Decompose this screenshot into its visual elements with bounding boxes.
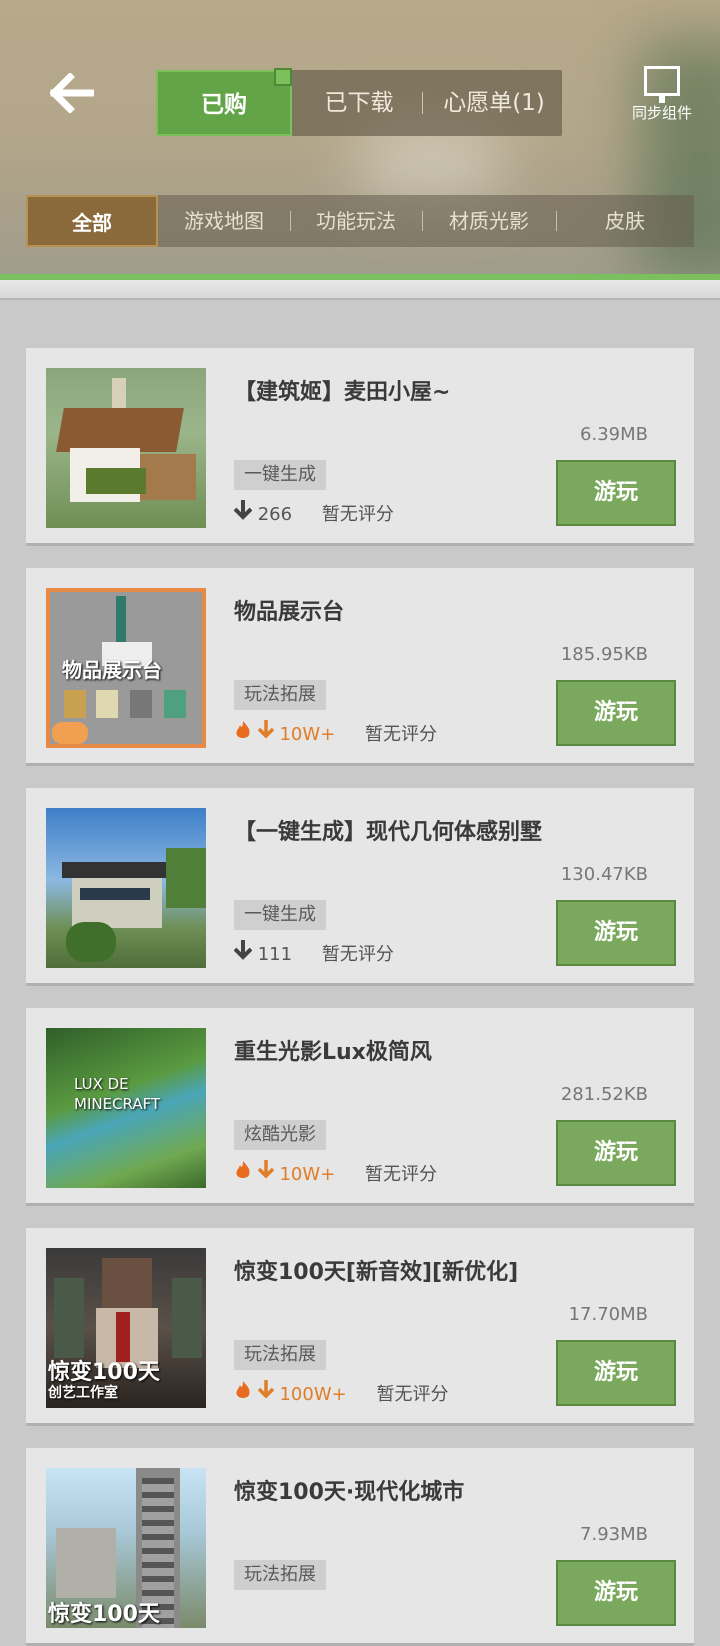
header-divider — [0, 280, 720, 300]
list-item[interactable]: 惊变100天 惊变100天·现代化城市 7.93MB 玩法拓展 游玩 — [26, 1448, 694, 1646]
sync-monitor-icon — [644, 66, 680, 103]
category-game-maps[interactable]: 游戏地图 — [158, 195, 290, 247]
item-title: 惊变100天[新音效][新优化] — [234, 1260, 519, 1285]
flame-icon — [234, 1161, 258, 1185]
item-thumbnail: 物品展示台 — [46, 588, 206, 748]
list-item[interactable]: 物品展示台 物品展示台 185.95KB 玩法拓展 10W+ 暂无评分 游玩 — [26, 568, 694, 766]
thumbnail-subcaption: 创艺工作室 — [48, 1385, 118, 1401]
play-button[interactable]: 游玩 — [556, 1120, 676, 1186]
download-arrow-icon — [257, 1160, 280, 1185]
download-count: 100W+ — [279, 1384, 347, 1405]
item-thumbnail: 惊变100天 — [46, 1468, 206, 1628]
tab-purchased[interactable]: 已购 — [156, 68, 292, 136]
play-button[interactable]: 游玩 — [556, 1340, 676, 1406]
active-tab-corner-icon — [274, 68, 292, 86]
download-arrow-icon — [233, 940, 253, 965]
item-tag: 玩法拓展 — [234, 680, 326, 710]
item-thumbnail: 惊变100天 创艺工作室 — [46, 1248, 206, 1408]
play-button[interactable]: 游玩 — [556, 1560, 676, 1626]
purchase-tabs: 已购 已下载 心愿单(1) — [156, 68, 562, 136]
item-title: 物品展示台 — [234, 600, 345, 625]
list-item[interactable]: 【建筑姬】麦田小屋~ 6.39MB 一键生成 266 暂无评分 游玩 — [26, 348, 694, 546]
item-thumbnail — [46, 808, 206, 968]
item-rating: 暂无评分 — [321, 944, 394, 965]
category-all[interactable]: 全部 — [26, 195, 158, 247]
flame-icon — [234, 721, 258, 745]
item-size: 7.93MB — [580, 1524, 648, 1545]
flame-icon — [234, 1381, 258, 1405]
category-textures-shaders[interactable]: 材质光影 — [422, 195, 556, 247]
play-button[interactable]: 游玩 — [556, 900, 676, 966]
item-tag: 玩法拓展 — [234, 1340, 326, 1370]
download-count: 266 — [257, 504, 293, 525]
item-title: 【一键生成】现代几何体感别墅 — [234, 820, 543, 845]
download-arrow-icon — [257, 720, 280, 745]
item-stats: 10W+ 暂无评分 — [234, 720, 437, 746]
tab-purchased-label: 已购 — [201, 92, 247, 118]
category-bar: 全部 游戏地图 功能玩法 材质光影 皮肤 — [26, 195, 694, 247]
thumbnail-caption: LUX DE MINECRAFT — [74, 1075, 161, 1113]
back-button[interactable] — [49, 72, 110, 122]
download-arrow-icon — [233, 500, 253, 525]
list-item[interactable]: LUX DE MINECRAFT 重生光影Lux极简风 281.52KB 炫酷光… — [26, 1008, 694, 1206]
item-rating: 暂无评分 — [365, 724, 437, 745]
category-skins[interactable]: 皮肤 — [556, 195, 694, 247]
item-size: 6.39MB — [580, 424, 648, 445]
thumbnail-caption: 物品展示台 — [62, 658, 162, 682]
back-arrow-icon — [49, 72, 96, 114]
download-count: 10W+ — [279, 724, 336, 745]
item-size: 17.70MB — [568, 1304, 648, 1325]
list-item[interactable]: 惊变100天 创艺工作室 惊变100天[新音效][新优化] 17.70MB 玩法… — [26, 1228, 694, 1426]
header: 已购 已下载 心愿单(1) 同步组件 全部 游戏地图 功能玩法 材质光影 皮肤 — [0, 0, 720, 300]
item-stats: 100W+ 暂无评分 — [234, 1380, 448, 1406]
item-stats: 266 暂无评分 — [233, 500, 394, 526]
download-count: 10W+ — [279, 1164, 336, 1185]
item-size: 281.52KB — [560, 1084, 648, 1105]
category-gameplay[interactable]: 功能玩法 — [290, 195, 422, 247]
item-rating: 暂无评分 — [321, 504, 394, 525]
item-tag: 一键生成 — [234, 900, 326, 930]
tab-wishlist[interactable]: 心愿单(1) — [426, 70, 562, 136]
thumbnail-caption: 惊变100天 — [48, 1602, 160, 1627]
cat-logo-icon — [52, 722, 88, 744]
download-arrow-icon — [257, 1380, 280, 1405]
item-thumbnail: LUX DE MINECRAFT — [46, 1028, 206, 1188]
item-title: 惊变100天·现代化城市 — [234, 1480, 465, 1505]
play-button[interactable]: 游玩 — [556, 680, 676, 746]
download-count: 111 — [257, 944, 293, 965]
item-tag: 玩法拓展 — [234, 1560, 326, 1590]
item-rating: 暂无评分 — [376, 1384, 449, 1405]
item-title: 【建筑姬】麦田小屋~ — [234, 380, 451, 405]
item-size: 185.95KB — [560, 644, 648, 665]
item-thumbnail — [46, 368, 206, 528]
item-tag: 炫酷光影 — [234, 1120, 326, 1150]
tab-downloaded[interactable]: 已下载 — [296, 70, 422, 136]
tab-divider — [422, 92, 423, 114]
sync-components-button[interactable]: 同步组件 — [620, 66, 704, 123]
item-tag: 一键生成 — [234, 460, 326, 490]
item-stats: 111 暂无评分 — [233, 940, 394, 966]
item-stats: 10W+ 暂无评分 — [234, 1160, 437, 1186]
item-size: 130.47KB — [560, 864, 648, 885]
list-item[interactable]: 【一键生成】现代几何体感别墅 130.47KB 一键生成 111 暂无评分 游玩 — [26, 788, 694, 986]
play-button[interactable]: 游玩 — [556, 460, 676, 526]
sync-label: 同步组件 — [631, 104, 692, 122]
item-title: 重生光影Lux极简风 — [234, 1040, 432, 1065]
item-rating: 暂无评分 — [365, 1164, 437, 1185]
